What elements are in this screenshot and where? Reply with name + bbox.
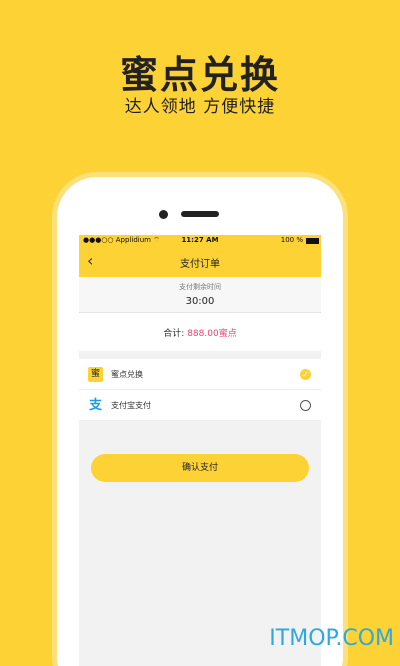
- app-screen: ●●●○○ Applidium ⌔ 11:27 AM 100 % ‹ 支付订单 …: [79, 235, 321, 666]
- honey-points-icon: 蜜: [88, 367, 103, 382]
- total-label: 合计:: [163, 329, 188, 339]
- payment-option-honey-points[interactable]: 蜜 蜜点兑换 ✓: [79, 359, 321, 390]
- phone-frame: ●●●○○ Applidium ⌔ 11:27 AM 100 % ‹ 支付订单 …: [57, 177, 343, 666]
- payment-option-alipay[interactable]: 支 支付宝支付: [79, 390, 321, 421]
- total-amount: 888.00蜜点: [187, 329, 237, 339]
- nav-bar: ‹ 支付订单: [79, 247, 321, 277]
- battery-percent: 100 %: [280, 236, 303, 244]
- timer-value: 30:00: [185, 296, 215, 307]
- speaker-grille: [181, 211, 219, 217]
- payment-option-label: 蜜点兑换: [111, 370, 143, 379]
- radio-checked-icon[interactable]: ✓: [300, 369, 311, 380]
- section-divider: [79, 351, 321, 359]
- payment-method-list: 蜜 蜜点兑换 ✓ 支 支付宝支付: [79, 359, 321, 421]
- battery-icon: [306, 238, 319, 244]
- order-total: 合计: 888.00蜜点: [79, 313, 321, 351]
- timer-label: 支付剩余时间: [179, 283, 221, 291]
- watermark-logo: ITMOP.COM: [269, 626, 394, 651]
- camera-icon: [159, 210, 168, 219]
- radio-unchecked-icon[interactable]: [300, 400, 311, 411]
- promo-subtitle: 达人领地 方便快捷: [124, 97, 276, 117]
- status-bar: ●●●○○ Applidium ⌔ 11:27 AM 100 %: [79, 235, 321, 247]
- payment-timer: 支付剩余时间 30:00: [79, 277, 321, 313]
- promo-title: 蜜点兑换: [119, 53, 280, 97]
- page-title: 支付订单: [180, 259, 220, 270]
- alipay-icon: 支: [88, 398, 102, 413]
- confirm-payment-button[interactable]: 确认支付: [91, 454, 309, 482]
- payment-option-label: 支付宝支付: [111, 401, 151, 410]
